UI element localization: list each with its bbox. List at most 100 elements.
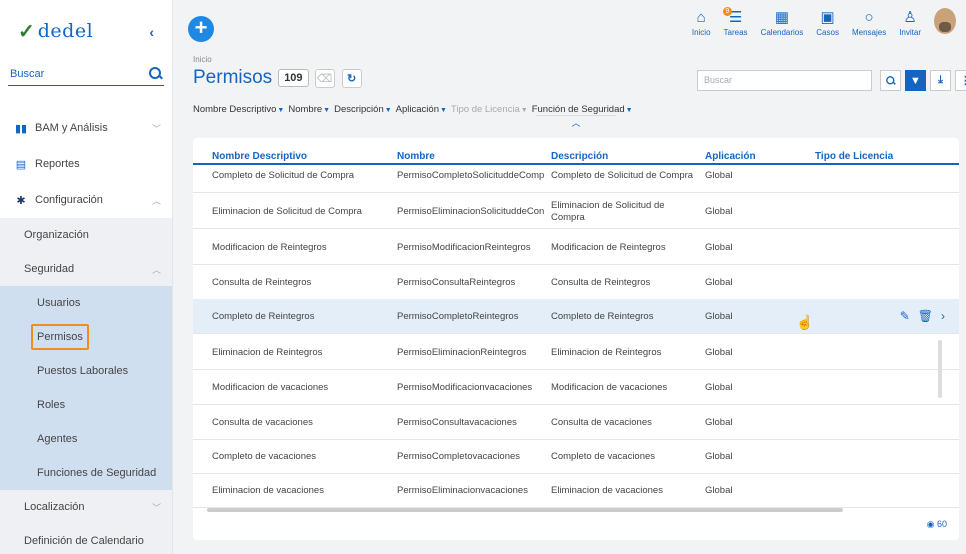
- row-actions: ✎ 🗑 ›: [892, 309, 945, 323]
- search-icon: [885, 75, 896, 86]
- table-cell: PermisoCompletoReintegros: [397, 311, 519, 322]
- table-cell: PermisoEliminacionReintegros: [397, 347, 527, 358]
- record-count-badge: 109: [278, 69, 309, 87]
- search-icon[interactable]: [148, 66, 164, 82]
- table-row[interactable]: Eliminacion de Reintegros PermisoElimina…: [193, 335, 959, 370]
- sidebar-item-label: BAM y Análisis: [35, 122, 108, 134]
- breadcrumb[interactable]: Inicio: [193, 55, 212, 64]
- chevron-up-icon: ︿: [151, 195, 161, 206]
- home-icon: ⌂: [696, 9, 706, 26]
- horizontal-scrollbar[interactable]: [207, 508, 843, 512]
- topbar-label: Tareas: [723, 28, 748, 37]
- table-row[interactable]: Modificacion de vacaciones PermisoModifi…: [193, 370, 959, 405]
- table-row[interactable]: Completo de vacaciones PermisoCompletova…: [193, 439, 959, 474]
- table-row[interactable]: Consulta de Reintegros PermisoConsultaRe…: [193, 265, 959, 300]
- sidebar-item-permisos[interactable]: Permisos: [0, 320, 172, 354]
- tasks-icon: ☰ 9: [722, 7, 742, 28]
- sidebar-item-configuracion[interactable]: ✱ Configuración ︿: [0, 182, 172, 218]
- column-toggle-label: Descripción: [334, 104, 384, 115]
- sidebar-item-label: Organización: [24, 229, 89, 241]
- table-row[interactable]: Consulta de vacaciones PermisoConsultava…: [193, 405, 959, 440]
- download-button[interactable]: ⤓: [930, 70, 951, 91]
- table-cell: Global: [705, 170, 733, 181]
- chevron-right-icon[interactable]: ›: [941, 309, 945, 323]
- sidebar-search-input[interactable]: Buscar: [8, 62, 164, 86]
- topbar-label: Invitar: [899, 28, 921, 37]
- column-toggle[interactable]: Aplicación▼: [396, 104, 447, 115]
- title-row: Permisos 109 ⌫ ↻: [193, 67, 369, 89]
- sidebar-item-seguridad[interactable]: Seguridad ︿: [0, 252, 172, 286]
- table-cell: PermisoCompletoSolicituddeComp: [397, 170, 545, 181]
- vertical-scrollbar[interactable]: [938, 340, 942, 398]
- avatar[interactable]: [934, 8, 956, 34]
- table-row[interactable]: Completo de Solicitud de Compra PermisoC…: [193, 158, 959, 193]
- reports-icon: ▤: [15, 158, 27, 171]
- sidebar-item-agentes[interactable]: Agentes: [0, 422, 172, 456]
- table-cell: PermisoModificacionvacaciones: [397, 382, 533, 393]
- clear-filter-button[interactable]: ⌫: [314, 68, 335, 88]
- collapse-columns-button[interactable]: ︿: [536, 115, 616, 129]
- calendar-icon: ▦: [774, 9, 789, 26]
- sidebar: ✓ dedel ‹ Buscar ▮▮ BAM y Análisis ﹀ ▤ R…: [0, 0, 173, 554]
- table-row-hovered[interactable]: Completo de Reintegros PermisoCompletoRe…: [193, 299, 959, 334]
- message-icon: ○: [864, 9, 874, 26]
- collapse-sidebar-icon[interactable]: ‹: [149, 24, 154, 40]
- column-toggle-label: Nombre: [288, 104, 323, 115]
- column-toggle[interactable]: Tipo de Licencia▼: [451, 104, 528, 115]
- column-toggle[interactable]: Función de Seguridad▼: [532, 104, 633, 115]
- sidebar-item-organizacion[interactable]: Organización: [0, 218, 172, 252]
- sidebar-item-localizacion[interactable]: Localización ﹀: [0, 490, 172, 524]
- search-input[interactable]: Buscar: [697, 70, 872, 91]
- topbar-mensajes[interactable]: ○ Mensajes: [852, 8, 886, 37]
- table-cell: Global: [705, 451, 733, 462]
- invite-icon: ♙: [903, 9, 917, 26]
- topbar-calendarios[interactable]: ▦ Calendarios: [761, 8, 804, 37]
- trash-icon[interactable]: 🗑: [918, 309, 933, 323]
- eye-icon: ◉: [926, 519, 935, 529]
- page-title: Permisos: [193, 67, 273, 88]
- column-toggle[interactable]: Descripción▼: [334, 104, 392, 115]
- table-cell: Completo de Solicitud de Compra: [551, 170, 694, 181]
- topbar-label: Mensajes: [851, 28, 887, 37]
- column-toggle[interactable]: Nombre▼: [288, 104, 330, 115]
- topbar-tareas[interactable]: ☰ 9 Tareas: [722, 7, 748, 37]
- edit-icon[interactable]: ✎: [900, 309, 910, 323]
- sidebar-item-label: Definición de Calendario: [24, 535, 144, 547]
- sidebar-item-bam[interactable]: ▮▮ BAM y Análisis ﹀: [0, 110, 172, 146]
- table-row[interactable]: Modificacion de Reintegros PermisoModifi…: [193, 230, 959, 265]
- sidebar-item-funciones-seguridad[interactable]: Funciones de Seguridad: [0, 456, 172, 490]
- table-cell: Consulta de vacaciones: [551, 417, 652, 428]
- filter-button[interactable]: ▼: [905, 70, 926, 91]
- topbar-invitar[interactable]: ♙ Invitar: [899, 8, 921, 37]
- column-toggle-label: Nombre Descriptivo: [193, 104, 277, 115]
- table-cell: Consulta de vacaciones: [212, 417, 313, 428]
- table-cell: PermisoConsultavacaciones: [397, 417, 517, 428]
- add-button[interactable]: +: [188, 16, 214, 42]
- kebab-icon: ⋮: [960, 75, 966, 87]
- topbar-casos[interactable]: ▣ Casos: [816, 8, 839, 37]
- refresh-icon: ↻: [346, 72, 357, 85]
- sidebar-item-puestos-laborales[interactable]: Puestos Laborales: [0, 354, 172, 388]
- table-cell: Eliminacion de Reintegros: [551, 347, 662, 358]
- topbar-label: Calendarios: [760, 28, 804, 37]
- table-cell: Global: [705, 206, 733, 217]
- chevron-down-icon: ▼: [323, 107, 331, 114]
- column-selector: Nombre Descriptivo▼ Nombre▼ Descripción▼…: [193, 104, 637, 115]
- table-cell: PermisoCompletovacaciones: [397, 451, 521, 462]
- sidebar-item-usuarios[interactable]: Usuarios: [0, 286, 172, 320]
- logo: ✓ dedel ‹: [0, 0, 172, 62]
- table-row[interactable]: Eliminacion de Solicitud de Compra Permi…: [193, 194, 959, 229]
- sidebar-item-reportes[interactable]: ▤ Reportes: [0, 146, 172, 182]
- search-button[interactable]: [880, 70, 901, 91]
- column-toggle[interactable]: Nombre Descriptivo▼: [193, 104, 284, 115]
- topbar-inicio[interactable]: ⌂ Inicio: [692, 8, 711, 37]
- table-cell: Modificacion de vacaciones: [212, 382, 329, 393]
- logo-mark-icon: ✓: [18, 20, 35, 43]
- more-options-button[interactable]: ⋮: [955, 70, 966, 91]
- sidebar-item-roles[interactable]: Roles: [0, 388, 172, 422]
- refresh-button[interactable]: ↻: [341, 68, 362, 88]
- table-cell: Global: [705, 277, 733, 288]
- table-cell: Eliminacion de Reintegros: [212, 347, 323, 358]
- sidebar-item-definicion-calendario[interactable]: Definición de Calendario: [0, 524, 172, 554]
- table-row[interactable]: Eliminacion de vacaciones PermisoElimina…: [193, 473, 959, 508]
